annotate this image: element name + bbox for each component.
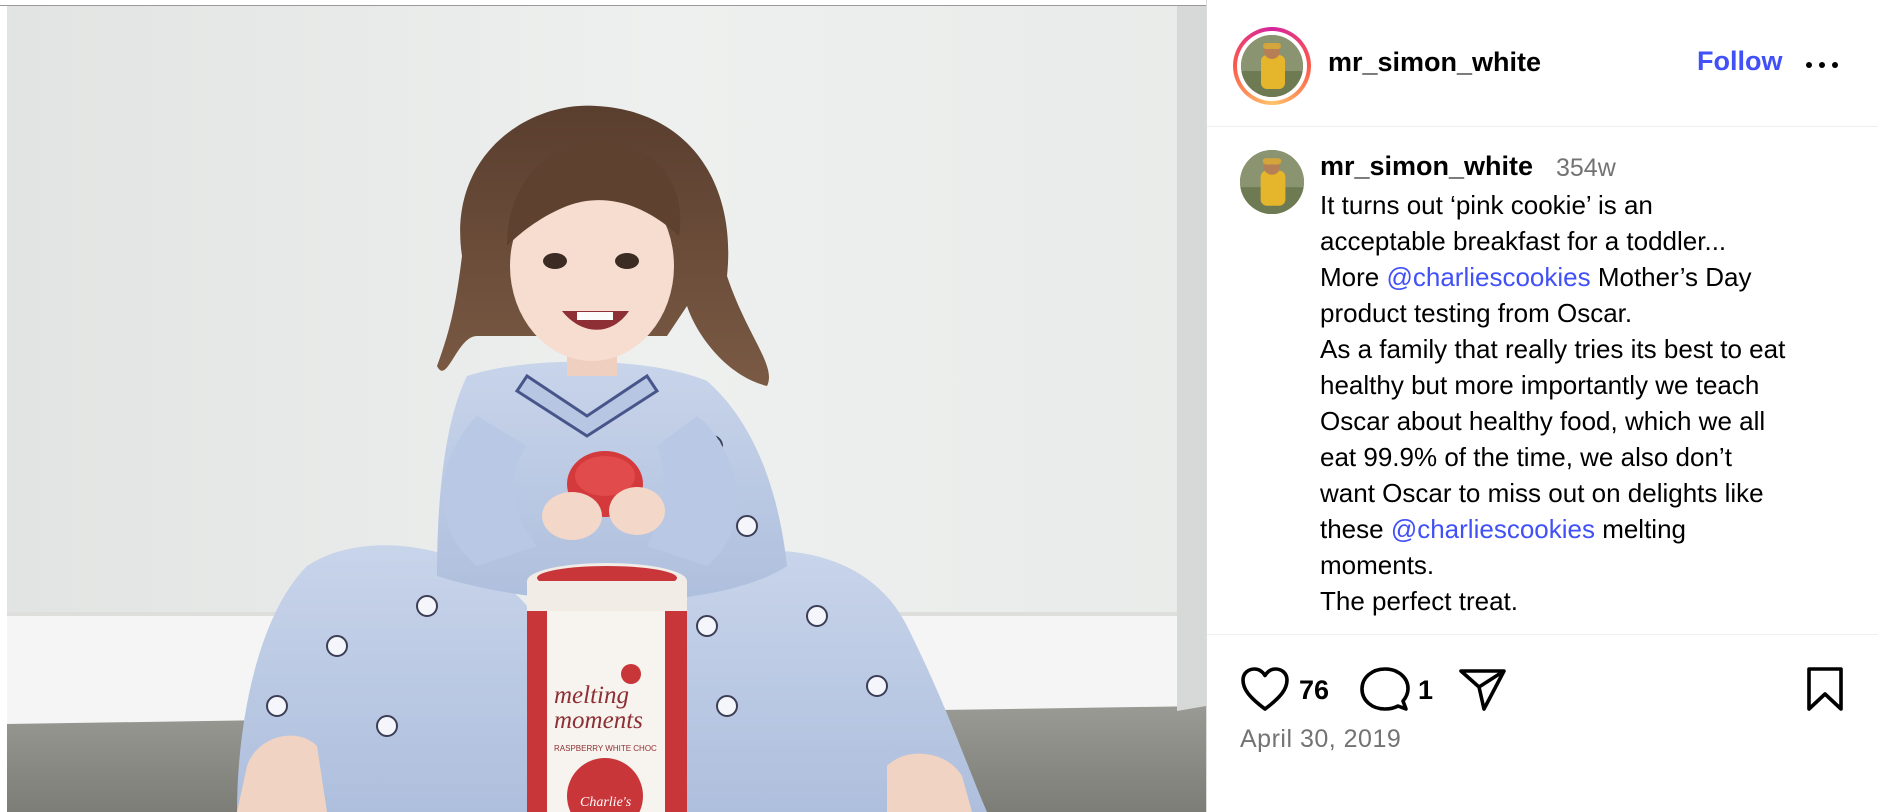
post-photo-illustration: melting moments RASPBERRY WHITE CHOC Cha… <box>7 6 1206 812</box>
follow-button[interactable]: Follow <box>1697 46 1782 77</box>
jar-label-flavour: RASPBERRY WHITE CHOC <box>554 744 657 753</box>
mention-link[interactable]: @charliescookies <box>1386 262 1590 292</box>
caption-text-segment: eat 99.9% of the time, we also don’t <box>1320 442 1732 472</box>
mention-link[interactable]: @charliescookies <box>1391 514 1595 544</box>
header-username[interactable]: mr_simon_white <box>1328 47 1541 78</box>
caption-text-segment: acceptable breakfast for a toddler... <box>1320 226 1727 256</box>
comment-count[interactable]: 1 <box>1418 675 1433 706</box>
caption-text-segment: As a family that really tries its best t… <box>1320 334 1786 364</box>
caption-text-segment: Oscar about healthy food, which we all <box>1320 406 1766 436</box>
story-ring[interactable] <box>1233 27 1311 105</box>
caption-line: acceptable breakfast for a toddler... <box>1320 223 1850 259</box>
post-header: mr_simon_white Follow <box>1207 0 1878 127</box>
avatar[interactable] <box>1241 35 1303 97</box>
caption-text-segment: It turns out ‘pink cookie’ is an <box>1320 190 1653 220</box>
caption-text-segment: More <box>1320 262 1387 292</box>
paper-plane-icon[interactable] <box>1457 665 1509 718</box>
caption-line: moments. <box>1320 547 1850 583</box>
caption-line: these @charliescookies melting <box>1320 511 1850 547</box>
like-count[interactable]: 76 <box>1299 675 1329 706</box>
caption-text-segment: The perfect treat. <box>1320 586 1518 616</box>
caption-line: want Oscar to miss out on delights like <box>1320 475 1850 511</box>
comment-icon[interactable] <box>1358 665 1410 718</box>
caption-line: eat 99.9% of the time, we also don’t <box>1320 439 1850 475</box>
caption-line: healthy but more importantly we teach <box>1320 367 1850 403</box>
page-edge <box>0 0 7 812</box>
caption-text-segment: want Oscar to miss out on delights like <box>1320 478 1764 508</box>
bookmark-icon[interactable] <box>1803 665 1847 718</box>
post-date[interactable]: April 30, 2019 <box>1240 725 1401 754</box>
caption-text-segment: melting <box>1594 514 1687 544</box>
caption-text: It turns out ‘pink cookie’ is an acceptab… <box>1320 187 1850 619</box>
caption-avatar[interactable] <box>1240 150 1304 214</box>
caption-text-segment: moments. <box>1320 550 1435 580</box>
heart-icon[interactable] <box>1239 665 1291 718</box>
caption-line: It turns out ‘pink cookie’ is an <box>1320 187 1850 223</box>
caption-text-segment: product testing from Oscar. <box>1320 298 1633 328</box>
caption-line: More @charliescookies Mother’s Day <box>1320 259 1850 295</box>
jar-label-line2: moments <box>554 707 643 734</box>
caption-text-segment: Mother’s Day <box>1590 262 1752 292</box>
instagram-post-view: melting moments RASPBERRY WHITE CHOC Cha… <box>0 0 1878 812</box>
caption-line: The perfect treat. <box>1320 583 1850 619</box>
caption-text-segment: these <box>1320 514 1391 544</box>
caption-section: mr_simon_white 354w It turns out ‘pink c… <box>1207 127 1878 635</box>
jar-brand: Charlie's <box>580 795 632 810</box>
caption-text-segment: healthy but more importantly we teach <box>1320 370 1760 400</box>
caption-line: As a family that really tries its best t… <box>1320 331 1850 367</box>
jar-label-line1: melting <box>554 682 629 709</box>
caption-timestamp[interactable]: 354w <box>1556 154 1616 183</box>
more-horizontal-icon[interactable] <box>1804 52 1844 78</box>
post-side-panel: mr_simon_white Follow mr_simon_white 354… <box>1207 0 1878 812</box>
post-photo[interactable]: melting moments RASPBERRY WHITE CHOC Cha… <box>7 6 1206 812</box>
caption-line: Oscar about healthy food, which we all <box>1320 403 1850 439</box>
caption-line: product testing from Oscar. <box>1320 295 1850 331</box>
caption-username[interactable]: mr_simon_white <box>1320 151 1533 182</box>
photo-top-edge <box>0 0 1207 6</box>
action-bar: 76 1 April 30, 2019 <box>1207 635 1878 812</box>
